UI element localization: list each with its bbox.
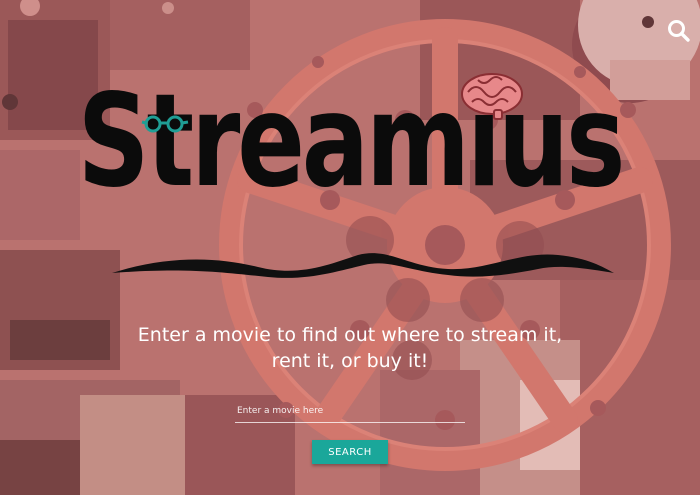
brain-icon [461, 73, 523, 120]
tagline-line-2: rent it, or buy it! [271, 350, 429, 372]
streamius-logo: Streamius [0, 70, 700, 290]
tagline-line-1: Enter a movie to find out where to strea… [137, 324, 563, 346]
search-icon [668, 20, 690, 42]
logo-wordmark: Streamius [77, 67, 626, 216]
movie-search-input[interactable] [235, 400, 465, 423]
header-search-button[interactable] [666, 18, 692, 44]
movie-search-form: SEARCH [235, 400, 465, 464]
logo-wave-underline [112, 253, 614, 278]
hero-stage: Streamius Enter a movie to find out wher… [0, 0, 700, 495]
hero-tagline: Enter a movie to find out where to strea… [0, 322, 700, 374]
glasses-icon [141, 115, 189, 133]
search-button[interactable]: SEARCH [312, 440, 388, 464]
